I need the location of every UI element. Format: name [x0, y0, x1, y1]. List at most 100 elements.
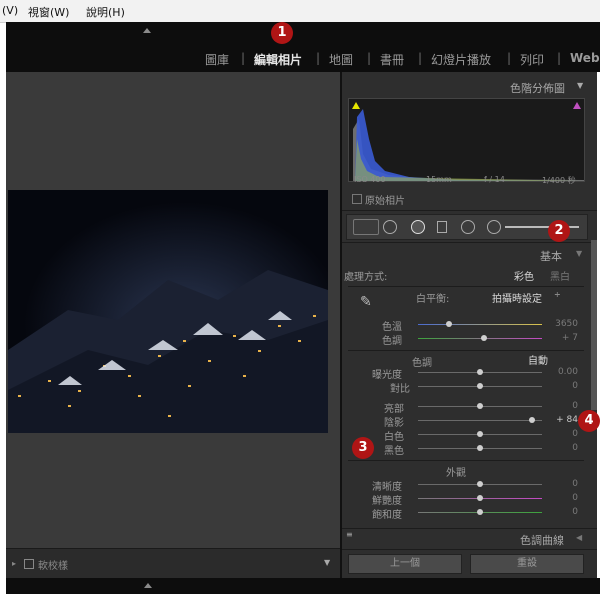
vibrance-value[interactable]: 0	[548, 493, 578, 503]
adjustment-brush-icon[interactable]	[487, 220, 501, 234]
whites-value[interactable]: 0	[548, 429, 578, 439]
original-photo-checkbox[interactable]	[352, 194, 362, 204]
toolbar-menu-icon[interactable]: ▸	[12, 559, 16, 568]
right-panel-scrollbar[interactable]	[591, 240, 597, 410]
saturation-label: 飽和度	[372, 510, 402, 521]
previous-button[interactable]: 上一個	[348, 554, 462, 574]
toolbar-dropdown-icon[interactable]: ▼	[324, 558, 330, 567]
highlights-label: 亮部	[384, 404, 404, 415]
blacks-slider-handle[interactable]	[477, 445, 483, 451]
menu-bar: (V) 視窗(W) 說明(H)	[0, 0, 600, 23]
tone-curve-title[interactable]: 色調曲線	[520, 532, 564, 548]
module-develop[interactable]: 編輯相片	[254, 51, 302, 68]
divider	[342, 528, 597, 529]
highlights-value[interactable]: 0	[548, 401, 578, 411]
clarity-value[interactable]: 0	[548, 479, 578, 489]
menu-view[interactable]: (V)	[2, 4, 18, 17]
temp-label: 色溫	[382, 322, 402, 333]
expand-filmstrip-icon[interactable]	[144, 583, 152, 588]
tone-curve-expand-icon[interactable]: ◀	[576, 533, 582, 542]
divider	[342, 242, 597, 243]
vibrance-label: 鮮艷度	[372, 496, 402, 507]
white-balance-picker-icon[interactable]: ✎	[360, 294, 372, 310]
tint-slider-handle[interactable]	[480, 335, 487, 341]
histogram-curve	[352, 102, 584, 181]
module-divider: |	[367, 51, 372, 65]
contrast-slider-handle[interactable]	[477, 383, 483, 389]
wb-select[interactable]: 拍攝時設定	[492, 290, 542, 305]
blacks-value[interactable]: 0	[548, 443, 578, 453]
wb-dropdown-icon[interactable]: ÷	[554, 290, 561, 299]
shadows-label: 陰影	[384, 418, 404, 429]
module-web[interactable]: Web	[570, 51, 600, 65]
clarity-slider-handle[interactable]	[477, 481, 483, 487]
shadows-slider-handle[interactable]	[529, 417, 536, 423]
divider	[342, 210, 597, 211]
treatment-color-option[interactable]: 彩色	[514, 268, 534, 283]
temp-value[interactable]: 3650	[548, 319, 578, 329]
soft-proof-checkbox[interactable]	[24, 559, 34, 569]
treatment-bw-option[interactable]: 黑白	[550, 268, 570, 283]
graduated-filter-icon[interactable]	[437, 221, 447, 233]
histogram-title[interactable]: 色階分佈圖	[510, 80, 565, 96]
menu-help[interactable]: 說明(H)	[86, 4, 125, 20]
module-divider: |	[557, 51, 562, 65]
temp-slider[interactable]	[418, 324, 542, 325]
exposure-slider-handle[interactable]	[477, 369, 483, 375]
original-photo-label: 原始相片	[365, 196, 405, 207]
contrast-value[interactable]: 0	[548, 381, 578, 391]
exif-shutter: 1/400 秒	[542, 176, 576, 185]
presence-section-label: 外觀	[446, 468, 466, 479]
module-print[interactable]: 列印	[520, 51, 544, 68]
module-divider: |	[418, 51, 423, 65]
module-map[interactable]: 地圖	[329, 51, 353, 68]
whites-label: 白色	[384, 432, 404, 443]
module-book[interactable]: 書冊	[380, 51, 404, 68]
callout-4: 4	[578, 410, 600, 432]
treatment-label: 處理方式:	[344, 272, 388, 283]
module-slideshow[interactable]: 幻燈片播放	[431, 51, 491, 68]
reset-button[interactable]: 重設	[470, 554, 584, 574]
night-village-photo	[8, 190, 328, 433]
temp-slider-handle[interactable]	[446, 321, 452, 327]
tint-slider[interactable]	[418, 338, 542, 339]
histogram-collapse-icon[interactable]: ▼	[577, 81, 583, 90]
menu-window[interactable]: 視窗(W)	[28, 4, 69, 20]
red-eye-icon[interactable]	[411, 220, 425, 234]
module-divider: |	[507, 51, 512, 65]
histogram-graph	[348, 98, 585, 182]
vibrance-slider-handle[interactable]	[477, 495, 483, 501]
radial-filter-icon[interactable]	[461, 220, 475, 234]
clarity-label: 清晰度	[372, 482, 402, 493]
spot-removal-icon[interactable]	[383, 220, 397, 234]
shadows-value[interactable]: + 84	[548, 415, 578, 425]
shadows-slider[interactable]	[418, 420, 542, 421]
module-divider: |	[316, 51, 321, 65]
basic-panel-title[interactable]: 基本	[540, 248, 562, 264]
right-panel: 色階分佈圖 ▼ ISO 400 15mm f / 14 1/400 秒 原始相片…	[340, 72, 597, 578]
crop-tool-icon[interactable]	[353, 219, 379, 235]
callout-2: 2	[548, 220, 570, 242]
exif-focal-length: 15mm	[426, 175, 452, 184]
module-picker-bar: 圖庫 | 編輯相片 | 地圖 | 書冊 | 幻燈片播放 | 列印 | Web	[6, 22, 600, 72]
exposure-value[interactable]: 0.00	[548, 367, 578, 377]
basic-collapse-icon[interactable]: ▼	[576, 249, 582, 258]
highlights-slider-handle[interactable]	[477, 403, 483, 409]
tint-value[interactable]: + 7	[548, 333, 578, 343]
saturation-value[interactable]: 0	[548, 507, 578, 517]
divider	[348, 460, 584, 461]
panel-end-icon: ≡	[346, 530, 353, 539]
exif-iso: ISO 400	[354, 175, 386, 184]
auto-tone-button[interactable]: 自動	[528, 352, 548, 367]
tint-label: 色調	[382, 336, 402, 347]
module-library[interactable]: 圖庫	[205, 51, 229, 68]
whites-slider-handle[interactable]	[477, 431, 483, 437]
wb-label: 白平衡:	[416, 294, 450, 305]
divider	[348, 286, 584, 287]
bottom-toolbar: ▸ 軟校樣 ▼	[6, 548, 340, 579]
bottom-panel-bar	[6, 578, 600, 594]
soft-proof-label: 軟校樣	[38, 561, 68, 572]
collapse-top-panel-icon[interactable]	[143, 28, 151, 33]
divider	[342, 549, 597, 550]
saturation-slider-handle[interactable]	[477, 509, 483, 515]
